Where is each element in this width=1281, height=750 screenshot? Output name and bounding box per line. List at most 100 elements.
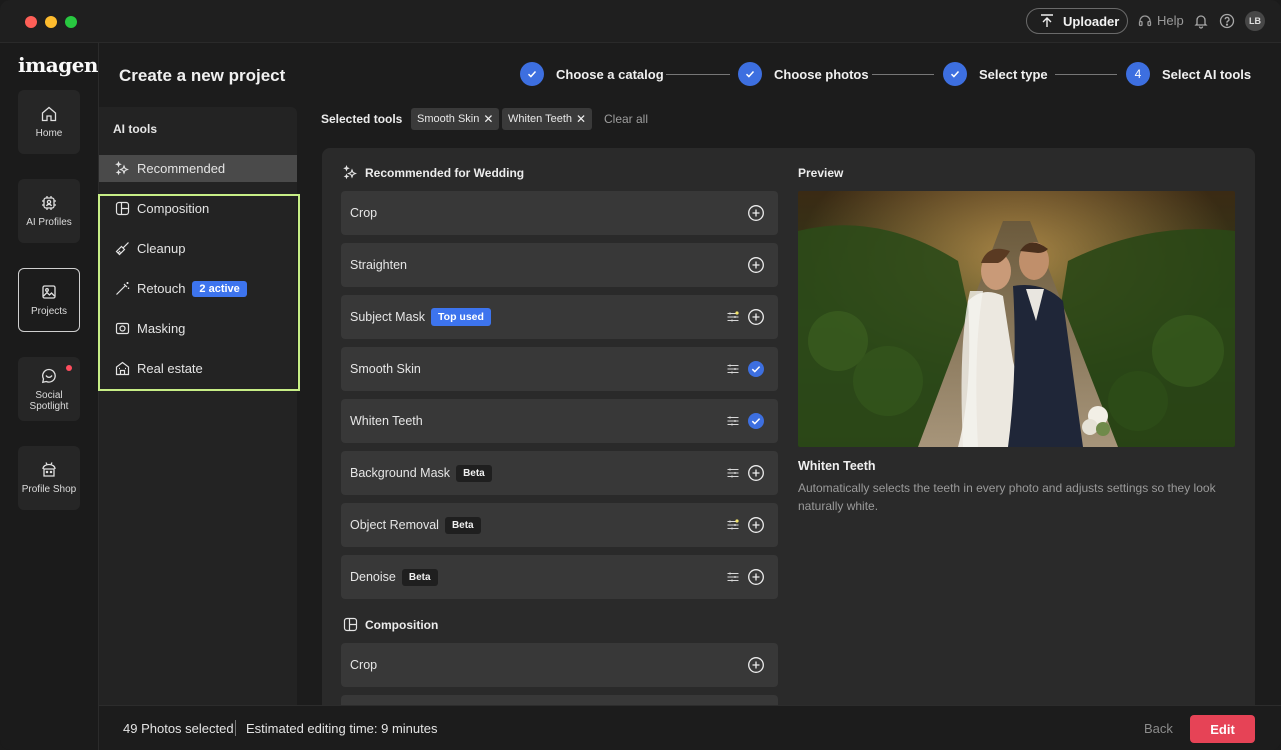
app-window: Uploader Help LB imagen Home AI Profiles… (0, 0, 1281, 750)
preview-tool-name: Whiten Teeth (798, 459, 876, 473)
image-icon (42, 285, 56, 299)
add-circle-icon[interactable] (747, 464, 765, 482)
settings-sliders-icon[interactable] (726, 414, 740, 428)
zoom-window-button[interactable] (65, 16, 77, 28)
ai-tools-title: AI tools (113, 122, 157, 136)
tool-row-crop[interactable]: Crop (341, 643, 778, 687)
add-circle-icon[interactable] (747, 256, 765, 274)
composition-icon (343, 617, 358, 632)
estimated-editing-time: Estimated editing time: 9 minutes (246, 721, 438, 736)
sparkle-icon (343, 165, 357, 180)
tools-panel: Recommended for Wedding Crop Straighten … (322, 148, 1255, 705)
nav-home-label: Home (35, 128, 63, 139)
shop-icon (42, 462, 56, 477)
tool-row-smooth-skin[interactable]: Smooth Skin (341, 347, 778, 391)
category-composition[interactable]: Composition (99, 195, 297, 222)
left-nav: imagen Home AI Profiles Projects Social … (0, 43, 99, 750)
tool-row[interactable] (341, 695, 778, 705)
nav-social-spotlight-label: Social Spotlight (29, 389, 69, 412)
avatar[interactable]: LB (1245, 11, 1265, 31)
bell-icon[interactable] (1193, 13, 1209, 29)
category-cleanup[interactable]: Cleanup (99, 235, 297, 262)
nav-home[interactable]: Home (18, 90, 80, 154)
add-circle-icon[interactable] (747, 204, 765, 222)
tool-row-crop[interactable]: Crop (341, 191, 778, 235)
photos-selected-count: 49 Photos selected (123, 721, 234, 736)
minimize-window-button[interactable] (45, 16, 57, 28)
ai-tools-sidebar: AI tools Recommended Composition Cleanup… (99, 107, 297, 705)
nav-profile-shop[interactable]: Profile Shop (18, 446, 80, 510)
uploader-label: Uploader (1063, 13, 1120, 29)
footer-divider (235, 720, 236, 736)
selected-tool-chip[interactable]: Smooth Skin ✕ (411, 108, 500, 130)
tool-label: Straighten (350, 258, 407, 272)
wand-icon (116, 282, 130, 295)
nav-ai-profiles-label: AI Profiles (26, 217, 72, 228)
mask-icon (115, 322, 130, 335)
chat-icon (41, 368, 56, 383)
category-retouch[interactable]: Retouch 2 active (99, 275, 297, 302)
edit-button[interactable]: Edit (1190, 715, 1255, 743)
settings-sliders-icon[interactable] (726, 362, 740, 376)
settings-sliders-icon[interactable] (726, 466, 740, 480)
category-real-estate[interactable]: Real estate (99, 355, 297, 382)
step-1-label: Choose a catalog (556, 67, 664, 82)
category-masking[interactable]: Masking (99, 315, 297, 342)
tool-row-whiten-teeth[interactable]: Whiten Teeth (341, 399, 778, 443)
notification-dot (66, 365, 72, 371)
step-connector (872, 74, 934, 75)
selected-tools-label: Selected tools (321, 112, 403, 126)
remove-chip-icon[interactable]: ✕ (576, 112, 586, 126)
checked-circle-icon[interactable] (747, 412, 765, 430)
remove-chip-icon[interactable]: ✕ (483, 112, 493, 126)
tool-row-object-removal[interactable]: Object Removal Beta (341, 503, 778, 547)
top-used-badge: Top used (431, 308, 491, 326)
tool-row-subject-mask[interactable]: Subject Mask Top used (341, 295, 778, 339)
settings-sliders-icon[interactable] (726, 570, 740, 584)
step-connector (1055, 74, 1117, 75)
checked-circle-icon[interactable] (747, 360, 765, 378)
tool-row-denoise[interactable]: Denoise Beta (341, 555, 778, 599)
add-circle-icon[interactable] (747, 568, 765, 586)
nav-social-spotlight[interactable]: Social Spotlight (18, 357, 80, 421)
add-circle-icon[interactable] (747, 308, 765, 326)
upload-icon (1041, 14, 1053, 27)
nav-profile-shop-label: Profile Shop (21, 484, 77, 495)
step-connector (666, 74, 730, 75)
beta-badge: Beta (401, 568, 438, 586)
step-4-number: 4 (1126, 62, 1150, 86)
nav-projects[interactable]: Projects (18, 268, 80, 332)
clear-all-button[interactable]: Clear all (604, 112, 648, 126)
brush-icon (115, 242, 129, 256)
nav-ai-profiles[interactable]: AI Profiles (18, 179, 80, 243)
add-circle-icon[interactable] (747, 516, 765, 534)
uploader-button[interactable]: Uploader (1026, 8, 1128, 34)
tool-label: Whiten Teeth (350, 414, 423, 428)
tool-label: Crop (350, 658, 378, 672)
preview-description: Automatically selects the teeth in every… (798, 481, 1216, 513)
title-bar: Uploader Help LB (0, 0, 1281, 43)
help-label: Help (1157, 13, 1184, 28)
close-window-button[interactable] (25, 16, 37, 28)
question-icon[interactable] (1219, 13, 1235, 29)
add-circle-icon[interactable] (747, 656, 765, 674)
help-button[interactable]: Help (1138, 13, 1184, 28)
category-label: Real estate (137, 361, 203, 376)
active-count-badge: 2 active (192, 280, 247, 297)
category-label: Retouch (137, 281, 186, 296)
tool-row-straighten[interactable]: Straighten (341, 243, 778, 287)
tool-row-background-mask[interactable]: Background Mask Beta (341, 451, 778, 495)
category-label: Composition (137, 201, 210, 216)
chip-icon (42, 196, 56, 210)
settings-sliders-icon[interactable] (726, 518, 740, 532)
step-3-check-icon (943, 62, 967, 86)
category-recommended[interactable]: Recommended (99, 155, 297, 182)
section-title-label: Composition (365, 617, 439, 632)
headset-icon (1138, 14, 1152, 26)
footer-bar: 49 Photos selected Estimated editing tim… (99, 705, 1281, 750)
step-3-label: Select type (979, 67, 1048, 82)
house-icon (41, 106, 57, 122)
back-button[interactable]: Back (1144, 721, 1173, 736)
settings-sliders-icon[interactable] (726, 310, 740, 324)
selected-tool-chip[interactable]: Whiten Teeth ✕ (502, 108, 593, 130)
